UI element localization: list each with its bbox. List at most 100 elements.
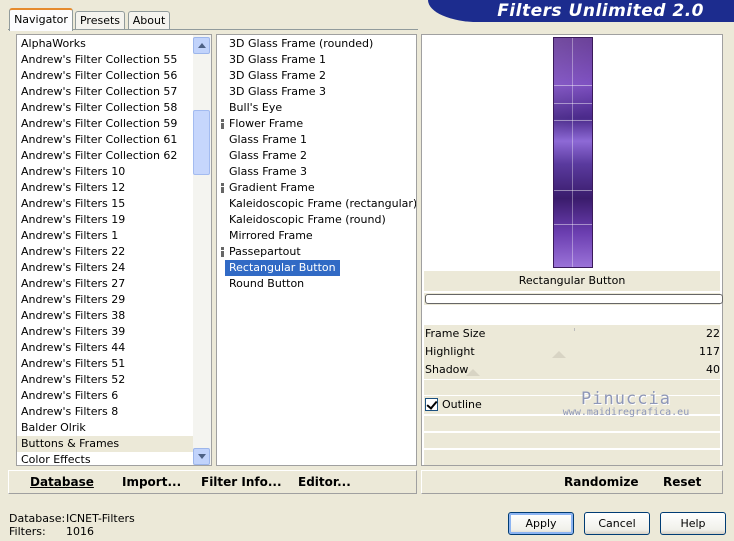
category-item[interactable]: Andrew's Filters 12 <box>17 180 193 196</box>
group-icon <box>221 183 224 193</box>
param-value: 117 <box>699 345 720 358</box>
filter-item[interactable]: 3D Glass Frame 3 <box>217 84 416 100</box>
preview-toolbar: Randomize Reset <box>421 470 723 494</box>
category-item[interactable]: Andrew's Filter Collection 61 <box>17 132 193 148</box>
title-banner: Filters Unlimited 2.0 <box>428 0 734 22</box>
filter-item-label: Glass Frame 1 <box>229 133 308 146</box>
category-item[interactable]: Andrew's Filters 27 <box>17 276 193 292</box>
filter-item-label: 3D Glass Frame 2 <box>229 69 327 82</box>
param-highlight[interactable]: Highlight 117 <box>424 343 720 361</box>
param-frame-size[interactable]: Frame Size 22 <box>424 325 720 343</box>
filter-item[interactable]: Rectangular Button <box>225 260 340 276</box>
filter-item-label: Glass Frame 3 <box>229 165 308 178</box>
database-info: Database: ICNET-Filters Filters: 1016 <box>9 512 135 538</box>
editor-button[interactable]: Editor... <box>298 475 351 489</box>
filter-item[interactable]: Mirrored Frame <box>217 228 416 244</box>
watermark-url: www.maidiregrafica.eu <box>562 407 690 418</box>
category-item[interactable]: Andrew's Filters 24 <box>17 260 193 276</box>
category-item[interactable]: AlphaWorks <box>17 36 193 52</box>
filter-item-label: Glass Frame 2 <box>229 149 308 162</box>
filter-list[interactable]: 3D Glass Frame (rounded) 3D Glass Frame 1… <box>216 34 417 466</box>
filter-item[interactable]: Gradient Frame <box>217 180 416 196</box>
filters-label: Filters: <box>9 525 46 538</box>
filter-item-label: Flower Frame <box>229 117 304 130</box>
category-item[interactable]: Andrew's Filters 15 <box>17 196 193 212</box>
category-item[interactable]: Andrew's Filter Collection 62 <box>17 148 193 164</box>
category-item[interactable]: Andrew's Filters 19 <box>17 212 193 228</box>
filter-item-label: Mirrored Frame <box>229 229 313 242</box>
watermark: Pinuccia www.maidiregrafica.eu <box>556 389 696 418</box>
scroll-thumb[interactable] <box>193 110 210 175</box>
category-item[interactable]: Andrew's Filter Collection 56 <box>17 68 193 84</box>
database-label: Database: <box>9 512 66 525</box>
category-item[interactable]: Andrew's Filter Collection 58 <box>17 100 193 116</box>
category-item[interactable]: Andrew's Filters 8 <box>17 404 193 420</box>
param-shadow[interactable]: Shadow 40 <box>424 361 720 379</box>
scroll-down-button[interactable] <box>193 448 210 465</box>
tab-navigator[interactable]: Navigator <box>9 8 73 31</box>
filter-item[interactable]: Bull's Eye <box>217 100 416 116</box>
group-icon <box>221 119 224 129</box>
category-item[interactable]: Balder Olrik <box>17 420 193 436</box>
empty-param-row <box>424 433 720 448</box>
filter-item[interactable]: Glass Frame 1 <box>217 132 416 148</box>
filter-item[interactable]: 3D Glass Frame (rounded) <box>217 36 416 52</box>
apply-button[interactable]: Apply <box>508 512 574 535</box>
param-label: Shadow <box>425 363 469 376</box>
cancel-button[interactable]: Cancel <box>584 512 650 535</box>
category-item[interactable]: Andrew's Filters 6 <box>17 388 193 404</box>
category-item[interactable]: Andrew's Filters 44 <box>17 340 193 356</box>
filters-value: 1016 <box>66 525 94 538</box>
list-toolbar: Database Import... Filter Info... Editor… <box>8 470 417 494</box>
filter-item[interactable]: Glass Frame 2 <box>217 148 416 164</box>
category-item[interactable]: Andrew's Filter Collection 57 <box>17 84 193 100</box>
category-item[interactable]: Andrew's Filters 10 <box>17 164 193 180</box>
category-item[interactable]: Color Effects <box>17 452 193 465</box>
filter-item[interactable]: Round Button <box>217 276 416 292</box>
filter-item[interactable]: 3D Glass Frame 2 <box>217 68 416 84</box>
filter-item[interactable]: Passepartout <box>217 244 416 260</box>
filter-item[interactable]: Kaleidoscopic Frame (rectangular) <box>217 196 416 212</box>
outline-label: Outline <box>442 398 482 411</box>
param-label: Highlight <box>425 345 475 358</box>
help-button[interactable]: Help <box>660 512 726 535</box>
tab-presets[interactable]: Presets <box>75 11 125 30</box>
filter-item[interactable]: Kaleidoscopic Frame (round) <box>217 212 416 228</box>
slider-thumb[interactable] <box>552 351 566 358</box>
arrow-down-icon <box>197 454 206 459</box>
category-item[interactable]: Andrew's Filters 29 <box>17 292 193 308</box>
category-item[interactable]: Andrew's Filter Collection 59 <box>17 116 193 132</box>
category-item[interactable]: Andrew's Filters 39 <box>17 324 193 340</box>
database-value: ICNET-Filters <box>66 512 135 525</box>
filter-item-label: Kaleidoscopic Frame (round) <box>229 213 386 226</box>
category-list[interactable]: AlphaWorks Andrew's Filter Collection 55 A… <box>16 34 212 466</box>
category-scrollbar[interactable] <box>193 35 211 465</box>
category-item[interactable]: Andrew's Filters 52 <box>17 372 193 388</box>
slider-thumb[interactable] <box>466 369 480 376</box>
category-item[interactable]: Buttons & Frames <box>17 436 193 452</box>
filter-info-button[interactable]: Filter Info... <box>201 475 282 489</box>
category-item[interactable]: Andrew's Filter Collection 55 <box>17 52 193 68</box>
database-button[interactable]: Database <box>30 475 94 489</box>
filter-item[interactable]: Glass Frame 3 <box>217 164 416 180</box>
tab-about[interactable]: About <box>128 11 170 30</box>
filter-item[interactable]: 3D Glass Frame 1 <box>217 52 416 68</box>
import-button[interactable]: Import... <box>122 475 181 489</box>
filter-item-label: Gradient Frame <box>229 181 315 194</box>
category-item[interactable]: Andrew's Filters 51 <box>17 356 193 372</box>
category-item[interactable]: Andrew's Filters 38 <box>17 308 193 324</box>
param-value: 40 <box>706 363 720 376</box>
scroll-up-button[interactable] <box>193 37 210 54</box>
filter-item[interactable]: Flower Frame <box>217 116 416 132</box>
outline-checkbox[interactable] <box>425 398 438 411</box>
category-item[interactable]: Andrew's Filters 22 <box>17 244 193 260</box>
group-icon <box>221 247 224 257</box>
reset-button[interactable]: Reset <box>663 475 701 489</box>
randomize-button[interactable]: Randomize <box>564 475 638 489</box>
filter-item-label: 3D Glass Frame (rounded) <box>229 37 374 50</box>
category-item[interactable]: Andrew's Filters 1 <box>17 228 193 244</box>
param-label: Frame Size <box>425 327 486 340</box>
filter-item-label: Kaleidoscopic Frame (rectangular) <box>229 197 417 210</box>
filter-item-label: Passepartout <box>229 245 301 258</box>
filter-item-label: Bull's Eye <box>229 101 283 114</box>
